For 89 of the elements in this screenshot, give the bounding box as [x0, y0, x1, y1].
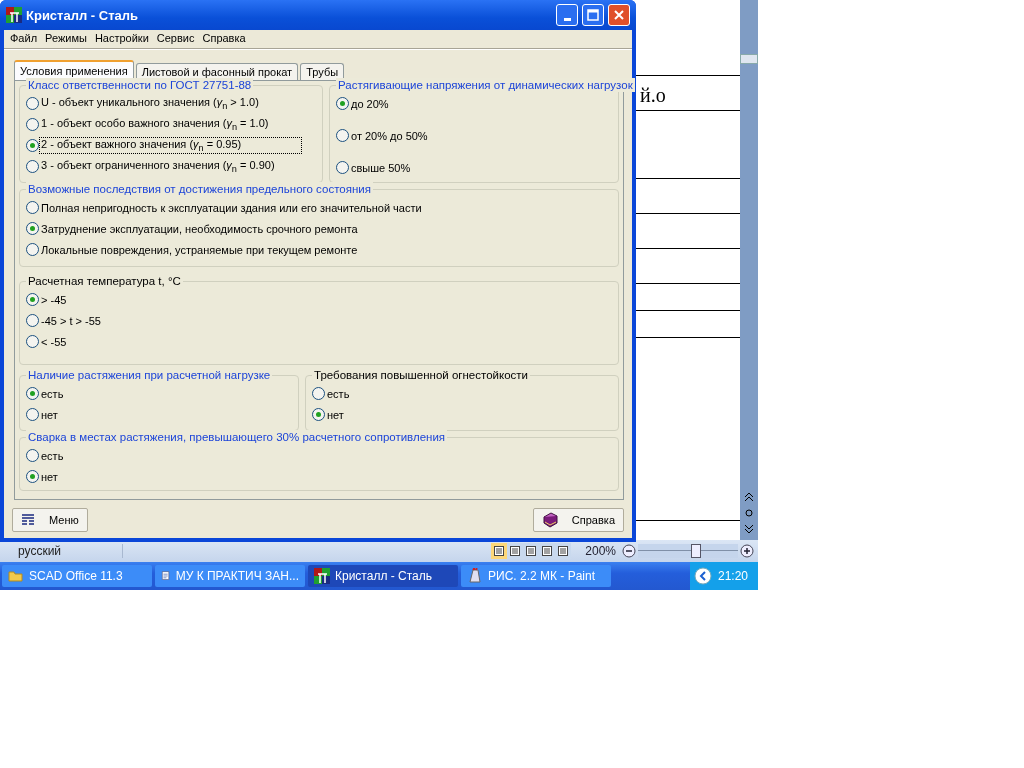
option-label[interactable]: Локальные повреждения, устраняемые при текущем ремонте — [39, 242, 360, 257]
scrollbar-thumb[interactable] — [740, 54, 758, 64]
option-label[interactable]: до 20% — [349, 96, 391, 111]
option-label[interactable]: U - объект уникального значения (γ$_{n}$ > 1.0) — [39, 94, 261, 113]
option-label[interactable]: от 20% до 50% — [349, 128, 430, 143]
slider-thumb[interactable] — [691, 544, 701, 558]
zoom-level: 200% — [585, 544, 616, 558]
previous-page-icon — [744, 492, 754, 502]
option-label[interactable]: Затруднение эксплуатации, необходимость срочного ремонта — [39, 221, 360, 236]
radio-button[interactable] — [26, 160, 39, 173]
page-view-icon — [541, 545, 554, 557]
radio-button[interactable] — [26, 201, 39, 214]
window-title: Кристалл - Сталь — [26, 7, 138, 23]
app-icon — [314, 568, 330, 584]
maximize-button[interactable] — [582, 4, 604, 26]
app-icon — [6, 7, 22, 23]
menu-item[interactable]: Файл — [6, 32, 42, 44]
group-title: Сварка в местах растяжения, превышающего 30% расчетного сопротивления — [26, 430, 448, 444]
menu-item[interactable]: Настройки — [90, 32, 153, 44]
close-icon — [613, 9, 625, 21]
option-label[interactable]: нет — [325, 407, 346, 422]
menu-item[interactable]: Режимы — [41, 32, 91, 44]
tab[interactable]: Трубы — [300, 63, 345, 80]
option-label[interactable]: нет — [39, 469, 60, 484]
zoom-slider[interactable] — [638, 544, 738, 558]
radio-button[interactable] — [26, 408, 39, 421]
group-title: Возможные последствия от достижения предельного состояния — [26, 182, 373, 196]
menu-button[interactable]: Меню — [12, 508, 88, 532]
maximize-icon — [587, 9, 599, 21]
menu-item[interactable]: Сервис — [152, 32, 199, 44]
scrollbar[interactable] — [740, 0, 758, 540]
radio-button[interactable] — [26, 470, 39, 483]
page-view-icon — [509, 545, 522, 557]
document-text: й.о — [640, 84, 666, 107]
group-title: Наличие растяжения при расчетной нагрузке — [26, 368, 273, 382]
radio-button[interactable] — [336, 129, 349, 142]
view-button[interactable] — [491, 543, 508, 559]
option-label[interactable]: 3 - объект ограниченного значения (γ$_{n}$ = 0.90) — [39, 157, 277, 176]
close-button[interactable] — [608, 4, 630, 26]
option-label[interactable]: нет — [39, 407, 60, 422]
radio-button[interactable] — [312, 408, 325, 421]
option-label[interactable]: есть — [39, 448, 66, 463]
group-title: Требования повышенной огнестойкости — [312, 368, 530, 382]
page-view-icon — [493, 545, 506, 557]
option-label[interactable]: < -55 — [39, 334, 69, 349]
option-label[interactable]: есть — [325, 386, 352, 401]
taskbar-button[interactable]: Кристалл - Сталь — [308, 565, 458, 587]
language-label: русский — [0, 544, 123, 558]
radio-button[interactable] — [336, 97, 349, 110]
radio-button[interactable] — [26, 222, 39, 235]
radio-button[interactable] — [26, 97, 39, 110]
group-title: Класс ответственности по ГОСТ 27751-88 — [26, 78, 254, 92]
folder-icon — [8, 568, 24, 584]
option-label[interactable]: > -45 — [39, 292, 69, 307]
minimize-icon — [563, 17, 571, 21]
radio-button[interactable] — [312, 387, 325, 400]
radio-button[interactable] — [26, 449, 39, 462]
zoom-out-icon — [622, 544, 636, 558]
option-label[interactable]: Полная непригодность к эксплуатации здания или его значительной части — [39, 200, 424, 215]
page-view-icon — [525, 545, 538, 557]
option-label[interactable]: свыше 50% — [349, 160, 413, 175]
page-view-icon — [557, 545, 570, 557]
paint-cup-icon — [467, 568, 483, 584]
grid-icon — [21, 514, 35, 526]
radio-button[interactable] — [26, 314, 39, 327]
radio-button[interactable] — [26, 335, 39, 348]
option-label[interactable]: 2 - объект важного значения (γ$_{n}$ = 0.95) — [39, 136, 303, 155]
option-label[interactable]: -45 > t > -55 — [39, 313, 103, 328]
radio-button[interactable] — [26, 243, 39, 256]
option-label[interactable]: 1 - объект особо важного значения (γ$_{n}$ = 1.0) — [39, 115, 271, 134]
menu-item[interactable]: Справка — [198, 32, 250, 44]
zoom-in-icon — [740, 544, 754, 558]
group-title: Расчетная температура t, °С — [26, 274, 183, 288]
radio-button[interactable] — [26, 118, 39, 131]
option-label[interactable]: есть — [39, 386, 66, 401]
group-title: Растягивающие напряжения от динамических нагрузок — [336, 78, 635, 92]
tab[interactable]: Листовой и фасонный прокат — [135, 63, 299, 80]
help-button[interactable]: Справка — [532, 508, 624, 532]
radio-button[interactable] — [26, 387, 39, 400]
chevron-icon — [694, 567, 712, 585]
book-icon — [541, 512, 558, 528]
next-page-icon — [744, 524, 754, 534]
tab[interactable]: Условия применения — [14, 60, 134, 80]
radio-button[interactable] — [336, 161, 349, 174]
minimize-button[interactable] — [556, 4, 578, 26]
browse-object-icon — [744, 508, 754, 518]
clock: 21:20 — [718, 569, 749, 583]
radio-button[interactable] — [26, 293, 39, 306]
radio-button[interactable] — [26, 139, 39, 152]
